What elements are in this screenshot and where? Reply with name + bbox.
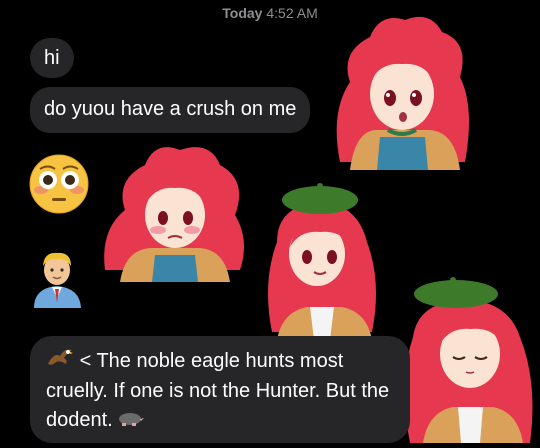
message-bubble-crush[interactable]: do yuou have a crush on me	[30, 87, 311, 133]
eagle-icon	[46, 346, 74, 377]
message-text: hi	[44, 47, 60, 69]
anime-girl-sticker-image	[268, 183, 376, 340]
message-text: do yuou have a crush on me	[44, 98, 297, 120]
man-office-worker-emoji[interactable]	[30, 248, 85, 308]
message-bubble-eagle[interactable]: < The noble eagle hunts most cruelly. If…	[30, 336, 410, 443]
timestamp-time: 4:52 AM	[266, 5, 318, 21]
message-bubble-hi[interactable]: hi	[30, 38, 74, 78]
anime-girl-sticker-image	[336, 16, 469, 170]
man-office-worker-icon	[34, 252, 81, 308]
anime-girl-beret-calm-sticker[interactable]	[398, 262, 540, 443]
timestamp-day: Today	[222, 5, 263, 21]
flushed-face-emoji[interactable]	[27, 152, 91, 216]
mole-icon	[118, 406, 145, 435]
message-text: < The noble eagle hunts most cruelly. If…	[46, 349, 390, 431]
anime-girl-sticker-image	[104, 147, 245, 282]
anime-girl-blushing-sticker[interactable]	[100, 140, 250, 282]
flushed-face-icon	[29, 154, 89, 214]
anime-girl-sticker-image	[404, 277, 533, 443]
anime-girl-surprised-sticker[interactable]	[330, 12, 475, 170]
anime-girl-beret-sticker[interactable]	[262, 172, 382, 340]
